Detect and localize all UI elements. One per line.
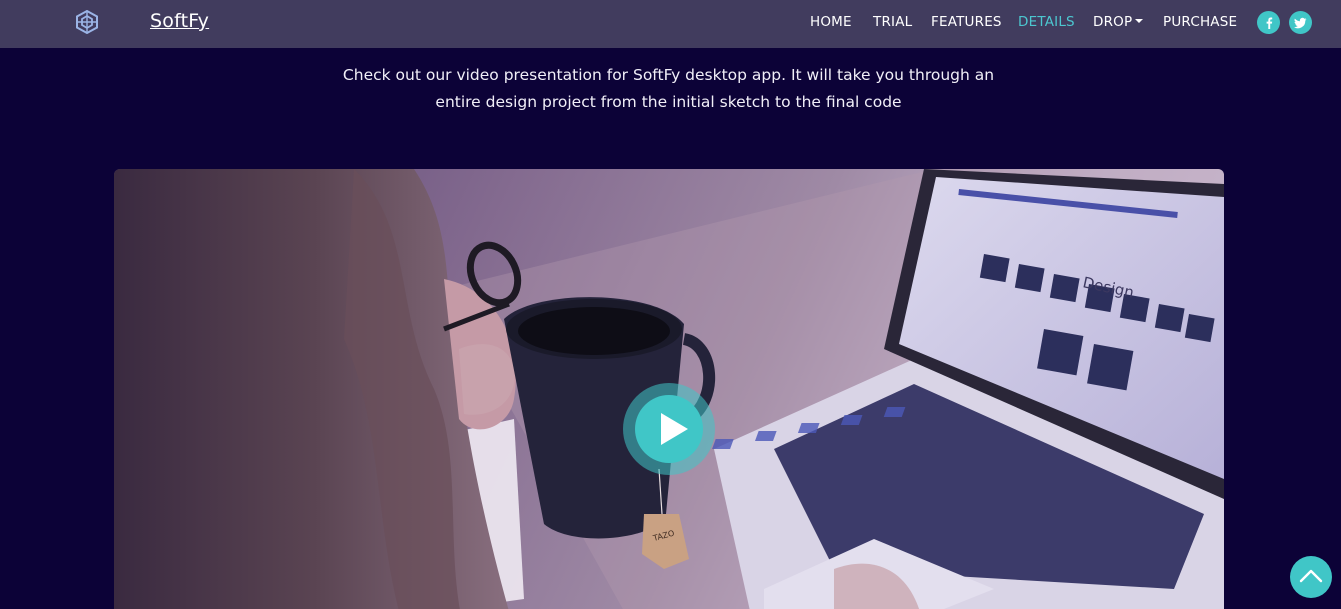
play-button-core bbox=[635, 395, 703, 463]
facebook-icon[interactable] bbox=[1257, 11, 1280, 34]
navbar: SoftFy HOME TRIAL FEATURES DETAILS DROP … bbox=[0, 0, 1341, 48]
scroll-to-top-button[interactable] bbox=[1290, 556, 1332, 598]
caret-down-icon bbox=[1135, 19, 1144, 23]
intro-line-1: Check out our video presentation for Sof… bbox=[342, 66, 995, 84]
nav-drop-dropdown[interactable]: DROP bbox=[1093, 14, 1144, 30]
nav-trial[interactable]: TRIAL bbox=[873, 14, 912, 30]
nav-home[interactable]: HOME bbox=[810, 14, 852, 30]
video-thumbnail[interactable]: Design TAZO bbox=[114, 169, 1224, 609]
nav-details[interactable]: DETAILS bbox=[1018, 14, 1075, 30]
nav-features[interactable]: FEATURES bbox=[931, 14, 1002, 30]
twitter-icon[interactable] bbox=[1289, 11, 1312, 34]
hexagon-logo-icon[interactable] bbox=[75, 10, 99, 34]
nav-purchase[interactable]: PURCHASE bbox=[1163, 14, 1237, 30]
play-icon bbox=[661, 413, 688, 445]
play-button[interactable] bbox=[623, 383, 715, 475]
brand-link[interactable]: SoftFy bbox=[150, 9, 209, 33]
chevron-up-icon bbox=[1299, 569, 1323, 583]
video-intro-text: Check out our video presentation for Sof… bbox=[320, 62, 1017, 115]
nav-drop-label: DROP bbox=[1093, 14, 1133, 30]
intro-line-2: entire design project from the initial s… bbox=[435, 92, 902, 111]
